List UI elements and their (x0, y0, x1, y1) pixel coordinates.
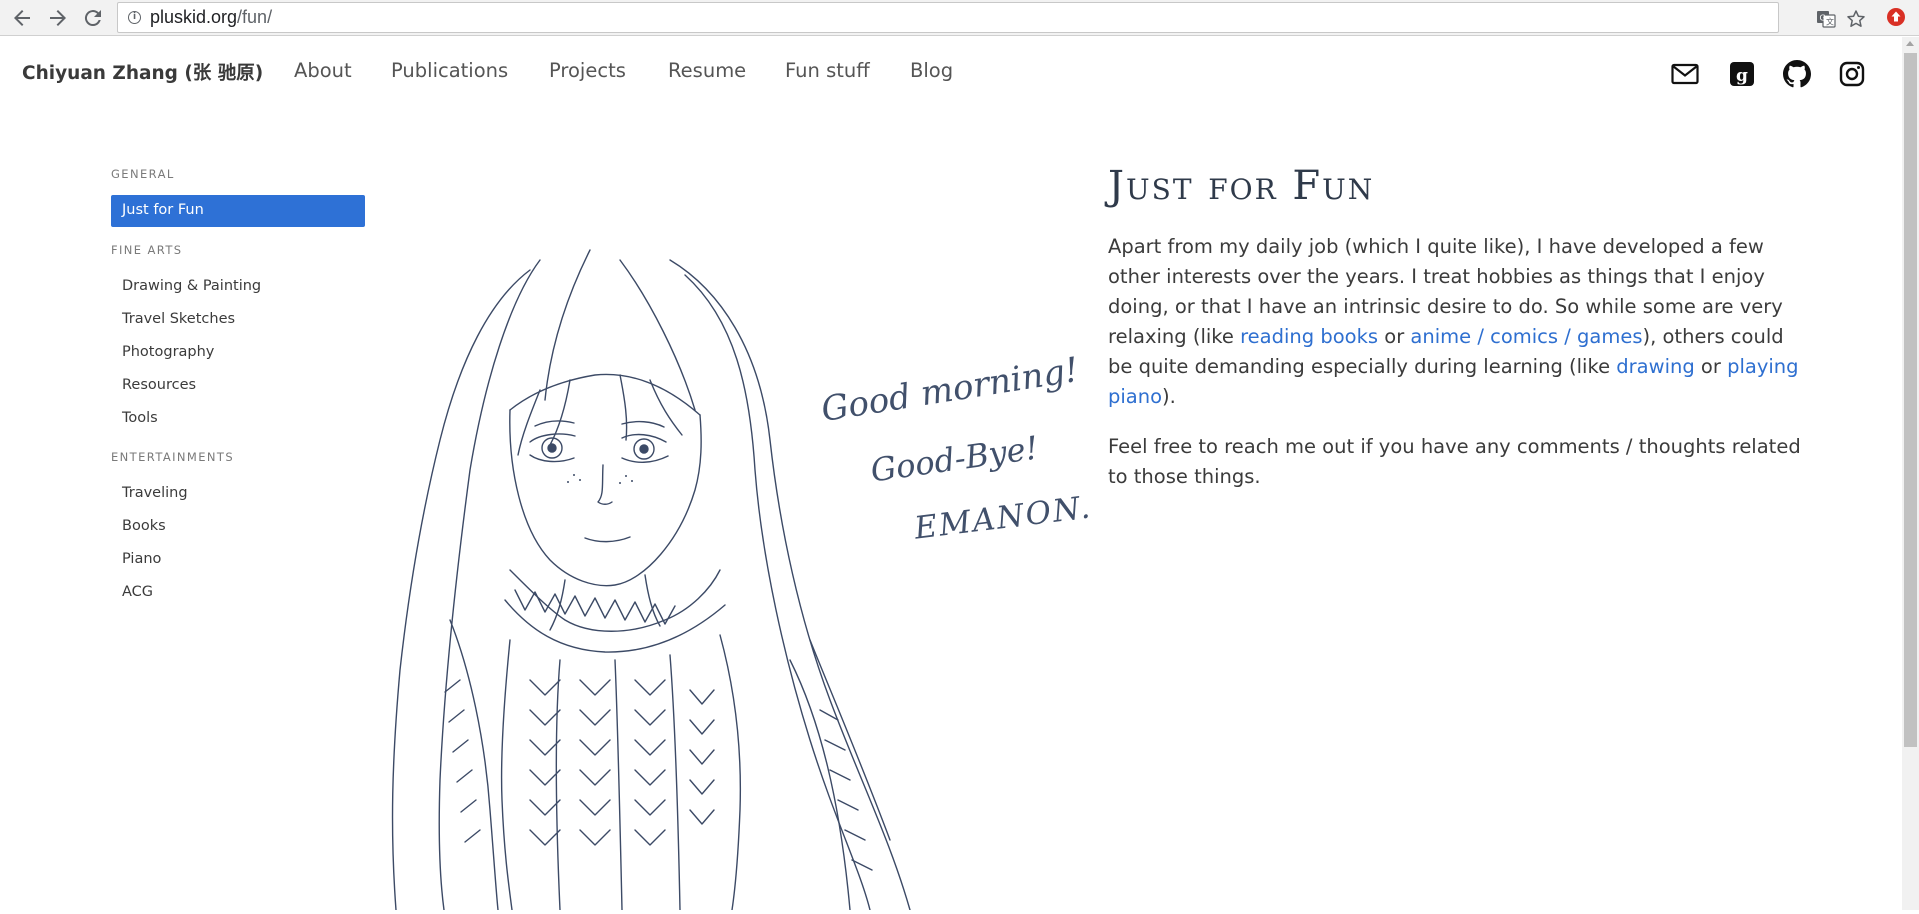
star-icon[interactable] (1846, 9, 1866, 29)
google-scholar-icon[interactable]: g (1728, 60, 1756, 88)
back-arrow-icon[interactable] (10, 6, 34, 30)
sidebar-item-resources[interactable]: Resources (122, 377, 196, 393)
svg-text:文: 文 (1826, 17, 1834, 27)
sidebar-item-label: Just for Fun (122, 202, 204, 218)
forward-arrow-icon[interactable] (46, 6, 70, 30)
url-path: /fun/ (237, 7, 273, 27)
nav-blog[interactable]: Blog (910, 59, 953, 82)
sidebar-item-traveling[interactable]: Traveling (122, 485, 188, 501)
sidebar-item-books[interactable]: Books (122, 518, 166, 534)
intro-text-4: or (1694, 355, 1728, 378)
scrollbar-thumb[interactable] (1904, 53, 1917, 747)
intro-text-2: or (1378, 325, 1411, 348)
contact-paragraph: Feel free to reach me out if you have an… (1108, 435, 1801, 488)
sidebar-section-entertainments: ENTERTAINMENTS (111, 450, 235, 464)
sidebar-section-general: GENERAL (111, 167, 175, 181)
mail-icon[interactable] (1671, 60, 1699, 88)
site-brand[interactable]: Chiyuan Zhang (张 驰原) (22, 59, 263, 85)
url-host: pluskid.org (150, 7, 238, 27)
nav-about[interactable]: About (294, 59, 352, 82)
svg-text:G: G (1820, 14, 1826, 23)
sidebar-item-piano[interactable]: Piano (122, 551, 161, 567)
sidebar-item-acg[interactable]: ACG (122, 584, 153, 600)
extension-icon[interactable] (1887, 8, 1905, 26)
scroll-up-arrow-icon[interactable] (1906, 41, 1914, 46)
link-drawing[interactable]: drawing (1616, 355, 1694, 378)
sidebar-item-photography[interactable]: Photography (122, 344, 214, 360)
info-icon[interactable]: i (128, 11, 141, 24)
link-reading-books[interactable]: reading books (1240, 325, 1378, 348)
instagram-icon[interactable] (1838, 60, 1866, 88)
browser-toolbar: i pluskid.org/fun/ G文 (0, 0, 1919, 36)
reload-icon[interactable] (81, 6, 105, 30)
url-text[interactable]: pluskid.org/fun/ (150, 7, 272, 28)
site-header: Chiyuan Zhang (张 驰原) About Publications … (0, 37, 1902, 107)
translate-icon[interactable]: G文 (1816, 9, 1836, 29)
nav-projects[interactable]: Projects (549, 59, 626, 82)
svg-text:g: g (1736, 66, 1748, 86)
nav-resume[interactable]: Resume (668, 59, 746, 82)
page-scrollbar[interactable] (1902, 37, 1919, 910)
github-icon[interactable] (1783, 60, 1811, 88)
link-anime-comics-games[interactable]: anime / comics / games (1410, 325, 1642, 348)
nav-publications[interactable]: Publications (391, 59, 508, 82)
page-title: Just for Fun (1108, 163, 1375, 209)
intro-paragraph: Apart from my daily job (which I quite l… (1108, 232, 1808, 412)
sidebar-item-tools[interactable]: Tools (122, 410, 158, 426)
address-bar[interactable]: i pluskid.org/fun/ G文 (117, 2, 1865, 33)
sidebar-item-travel-sketches[interactable]: Travel Sketches (122, 311, 235, 327)
nav-fun-stuff[interactable]: Fun stuff (785, 59, 870, 82)
intro-text-5: ). (1162, 385, 1176, 408)
sketch-drawing (391, 249, 911, 911)
sketch-illustration: Good morning! Good-Bye! EMANON. (390, 240, 1094, 911)
sidebar-item-just-for-fun[interactable]: Just for Fun (111, 195, 365, 227)
sidebar-section-fine-arts: FINE ARTS (111, 243, 183, 257)
sidebar-item-drawing-painting[interactable]: Drawing & Painting (122, 278, 261, 294)
